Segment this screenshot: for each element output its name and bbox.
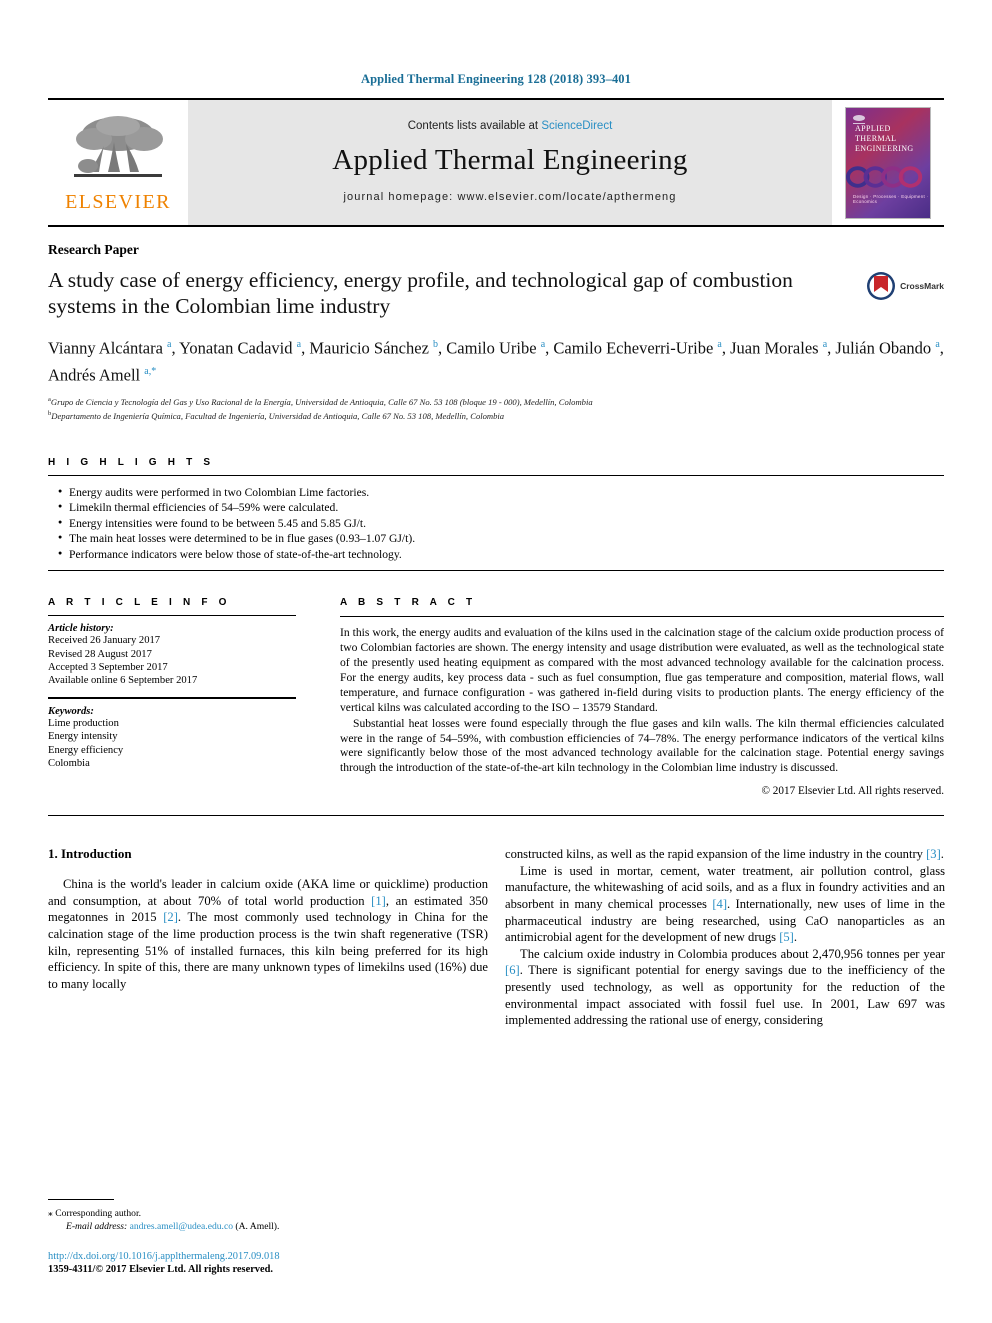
affiliation-list: aGrupo de Ciencia y Tecnología del Gas y… (48, 394, 944, 423)
contents-prefix: Contents lists available at (407, 120, 542, 132)
affiliation-text: Departamento de Ingeniería Química, Facu… (51, 411, 505, 422)
keyword-item: Energy intensity (48, 731, 118, 743)
affiliation-text: Grupo de Ciencia y Tecnología del Gas y … (50, 396, 593, 407)
title-row: A study case of energy efficiency, energ… (48, 267, 944, 319)
page-title: A study case of energy efficiency, energ… (48, 268, 793, 318)
crossmark-label: CrossMark (900, 281, 944, 291)
highlights-bottom-rule (48, 570, 944, 572)
history-revised: Revised 28 August 2017 (48, 648, 152, 660)
abstract-paragraph-2: Substantial heat losses were found espec… (340, 716, 944, 775)
cover-footer: Design · Processes · Equipment · Economi… (853, 193, 929, 204)
body-paragraph: China is the world's leader in calcium o… (48, 877, 488, 991)
body-paragraph: Lime is used in mortar, cement, water tr… (505, 863, 945, 945)
list-item: Limekiln thermal efficiencies of 54–59% … (58, 499, 944, 516)
article-info-rule (48, 615, 296, 617)
abstract-rule (340, 616, 944, 618)
cover-title-line2: THERMAL (855, 133, 897, 143)
paper-page: Applied Thermal Engineering 128 (2018) 3… (0, 0, 992, 1323)
affiliation-item: bDepartamento de Ingeniería Química, Fac… (48, 408, 944, 422)
list-item: Energy intensities were found to be betw… (58, 515, 944, 532)
body-column-right: constructed kilns, as well as the rapid … (505, 846, 945, 1029)
crossmark-badge[interactable]: CrossMark (866, 267, 944, 301)
list-item: Energy audits were performed in two Colo… (58, 484, 944, 501)
copyright-line: © 2017 Elsevier Ltd. All rights reserved… (761, 785, 945, 798)
doi-link[interactable]: http://dx.doi.org/10.1016/j.applthermale… (48, 1250, 488, 1263)
doi-block: http://dx.doi.org/10.1016/j.applthermale… (48, 1250, 488, 1276)
keyword-item: Colombia (48, 758, 90, 770)
elsevier-tree-icon (74, 115, 163, 177)
footnote-rule (48, 1199, 114, 1200)
corresponding-author-text: Corresponding author. (55, 1208, 142, 1219)
contents-available-line: Contents lists available at ScienceDirec… (408, 120, 613, 132)
email-note: E-mail address: andres.amell@udea.edu.co… (48, 1220, 488, 1233)
footnote-block: ⁎ Corresponding author. E-mail address: … (48, 1199, 488, 1276)
cover-title-line1: APPLIED (855, 123, 891, 133)
list-item: The main heat losses were determined to … (58, 530, 944, 547)
keyword-item: Energy efficiency (48, 744, 124, 756)
keywords-group: Keywords: Lime production Energy intensi… (48, 696, 296, 771)
email-suffix: (A. Amell). (233, 1221, 280, 1232)
history-received: Received 26 January 2017 (48, 635, 161, 647)
info-abstract-row: A R T I C L E I N F O Article history: R… (48, 597, 944, 797)
body-columns: 1. Introduction China is the world's lea… (48, 846, 945, 1029)
affiliation-item: aGrupo de Ciencia y Tecnología del Gas y… (48, 394, 944, 408)
author-list: Vianny Alcántara a, Yonatan Cadavid a, M… (48, 338, 944, 385)
section-divider (48, 815, 944, 817)
abstract-label: A B S T R A C T (340, 597, 477, 609)
elsevier-wordmark: ELSEVIER (65, 190, 171, 213)
journal-masthead: ELSEVIER Contents lists available at Sci… (48, 98, 944, 227)
body-paragraph: constructed kilns, as well as the rapid … (505, 847, 944, 862)
journal-cover-container: APPLIED THERMAL ENGINEERING Design · Pro… (832, 100, 944, 225)
journal-title: Applied Thermal Engineering (332, 144, 688, 176)
highlights-section: H I G H L I G H T S Energy audits were p… (48, 457, 944, 572)
body-column-left: 1. Introduction China is the world's lea… (48, 846, 488, 1029)
highlights-list: Energy audits were performed in two Colo… (48, 476, 944, 571)
article-info-column: A R T I C L E I N F O Article history: R… (48, 597, 316, 797)
abstract-paragraph-1: In this work, the energy audits and eval… (340, 626, 944, 714)
keywords-rule (48, 696, 296, 699)
article-type: Research Paper (48, 242, 139, 257)
body-paragraph: The calcium oxide industry in Colombia p… (505, 946, 945, 1028)
abstract-column: A B S T R A C T In this work, the energy… (316, 597, 944, 797)
journal-homepage-link[interactable]: journal homepage: www.elsevier.com/locat… (344, 191, 677, 203)
corresponding-author-note: ⁎ Corresponding author. (48, 1208, 142, 1219)
elsevier-logo-container: ELSEVIER (48, 100, 188, 225)
running-head: Applied Thermal Engineering 128 (2018) 3… (360, 72, 631, 86)
issn-copyright: 1359-4311/© 2017 Elsevier Ltd. All right… (48, 1264, 273, 1275)
masthead-center: Contents lists available at ScienceDirec… (188, 100, 832, 225)
list-item: Performance indicators were below those … (58, 546, 944, 563)
article-history-heading: Article history: (48, 623, 114, 635)
cover-rings-graphic (846, 165, 923, 188)
email-link[interactable]: andres.amell@udea.edu.co (130, 1221, 233, 1232)
keywords-heading: Keywords: (48, 705, 94, 717)
journal-cover-thumbnail: APPLIED THERMAL ENGINEERING Design · Pro… (845, 106, 931, 219)
highlights-label: H I G H L I G H T S (48, 456, 215, 468)
sciencedirect-link[interactable]: ScienceDirect (541, 120, 612, 132)
section-heading-introduction: 1. Introduction (48, 846, 132, 862)
history-accepted: Accepted 3 September 2017 (48, 662, 168, 674)
email-label: E-mail address: (66, 1221, 128, 1232)
article-info-label: A R T I C L E I N F O (48, 597, 231, 609)
crossmark-icon (867, 272, 896, 300)
cover-title-line3: ENGINEERING (855, 143, 914, 153)
history-online: Available online 6 September 2017 (48, 675, 198, 687)
keyword-item: Lime production (48, 717, 119, 729)
cover-title: APPLIED THERMAL ENGINEERING (855, 124, 914, 154)
